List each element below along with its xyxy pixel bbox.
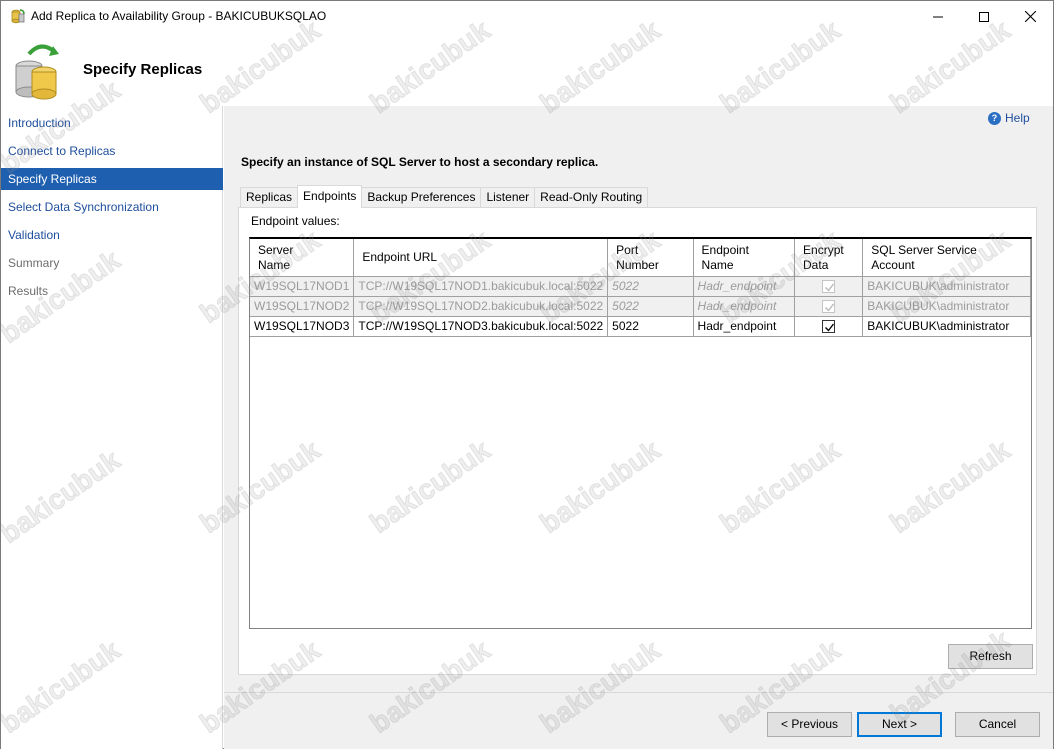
tab-listener[interactable]: Listener [480,187,536,208]
endpoints-table: Server Name Endpoint URL Port Number Endpo… [250,239,1031,337]
cancel-button[interactable]: Cancel [955,712,1040,737]
cell-server-name: W19SQL17NOD2 [250,296,355,317]
table-row: W19SQL17NOD2 TCP://W19SQL17NOD2.bakicubu… [250,296,1031,317]
title-bar: Add Replica to Availability Group - BAKI… [1,1,1053,32]
page-title: Specify Replicas [83,61,203,78]
table-header-row: Server Name Endpoint URL Port Number Endpo… [250,239,1031,277]
refresh-button[interactable]: Refresh [948,644,1033,669]
help-link[interactable]: ? Help [988,111,1030,125]
cell-endpoint-name: Hadr_endpoint [693,276,796,297]
wizard-footer: < Previous Next > Cancel [224,692,1053,749]
cell-endpoint-url[interactable]: TCP://W19SQL17NOD3.bakicubuk.local:5022 [353,316,609,337]
column-header-server-name[interactable]: Server Name [250,239,355,277]
column-header-port-number[interactable]: Port Number [607,239,694,277]
database-replica-icon [13,40,63,100]
minimize-icon [933,16,943,17]
column-header-endpoint-url[interactable]: Endpoint URL [353,239,609,277]
minimize-button[interactable] [915,1,961,32]
maximize-icon [979,11,989,22]
tab-strip: Replicas Endpoints Backup Preferences Li… [240,185,649,208]
help-label: Help [1005,111,1030,125]
cell-port-number[interactable]: 5022 [607,316,694,337]
tab-read-only-routing[interactable]: Read-Only Routing [534,187,649,208]
encrypt-checkbox[interactable] [822,320,836,334]
wizard-window: Add Replica to Availability Group - BAKI… [0,0,1054,749]
cell-encrypt-data [794,276,864,297]
maximize-button[interactable] [961,1,1007,32]
instruction-text: Specify an instance of SQL Server to hos… [241,155,599,169]
column-header-service-account[interactable]: SQL Server Service Account [862,239,1031,277]
close-icon [1024,11,1036,22]
nav-item-validation[interactable]: Validation [1,224,223,246]
nav-item-specify-replicas[interactable]: Specify Replicas [1,168,223,190]
column-header-encrypt-data[interactable]: Encrypt Data [794,239,864,277]
column-header-endpoint-name[interactable]: Endpoint Name [693,239,796,277]
cell-service-account[interactable]: BAKICUBUK\administrator [862,316,1031,337]
table-row: W19SQL17NOD1 TCP://W19SQL17NOD1.bakicubu… [250,276,1031,297]
cell-port-number: 5022 [607,296,694,317]
previous-button[interactable]: < Previous [767,712,852,737]
nav-item-select-data-synchronization[interactable]: Select Data Synchronization [1,196,223,218]
cell-encrypt-data [794,316,864,337]
cell-service-account: BAKICUBUK\administrator [862,276,1031,297]
help-icon: ? [988,111,1001,125]
tab-endpoints[interactable]: Endpoints [297,185,363,208]
window-title: Add Replica to Availability Group - BAKI… [31,9,327,23]
cell-endpoint-name: Hadr_endpoint [693,296,796,317]
nav-item-results: Results [8,284,49,298]
table-row: W19SQL17NOD3 TCP://W19SQL17NOD3.bakicubu… [250,316,1031,337]
endpoints-grid: Server Name Endpoint URL Port Number Endpo… [249,237,1032,629]
wizard-header: Specify Replicas [1,32,1053,106]
nav-item-introduction[interactable]: Introduction [1,112,223,134]
cell-endpoint-url: TCP://W19SQL17NOD2.bakicubuk.local:5022 [353,296,609,317]
encrypt-checkbox [822,280,836,294]
wizard-steps-nav: Introduction Connect to Replicas Specify… [1,106,223,749]
tab-replicas[interactable]: Replicas [240,187,299,208]
cell-server-name: W19SQL17NOD3 [250,316,355,337]
endpoints-tab-panel: Endpoint values: Server Name Endpoint URL… [238,207,1037,675]
cell-endpoint-name[interactable]: Hadr_endpoint [693,316,796,337]
nav-item-summary: Summary [8,256,60,270]
cell-server-name: W19SQL17NOD1 [250,276,355,297]
endpoint-values-label: Endpoint values: [251,214,340,228]
cell-port-number: 5022 [607,276,694,297]
cell-service-account: BAKICUBUK\administrator [862,296,1031,317]
checkmark-icon [825,303,835,312]
encrypt-checkbox [822,300,836,314]
database-app-icon [10,8,26,24]
checkmark-icon [825,323,835,332]
close-button[interactable] [1007,1,1053,32]
tab-backup-preferences[interactable]: Backup Preferences [361,187,482,208]
cell-encrypt-data [794,296,864,317]
checkmark-icon [825,283,835,292]
nav-item-connect-to-replicas[interactable]: Connect to Replicas [1,140,223,162]
content-area: ? Help Specify an instance of SQL Server… [224,106,1053,692]
cell-endpoint-url: TCP://W19SQL17NOD1.bakicubuk.local:5022 [353,276,609,297]
next-button[interactable]: Next > [857,712,942,737]
